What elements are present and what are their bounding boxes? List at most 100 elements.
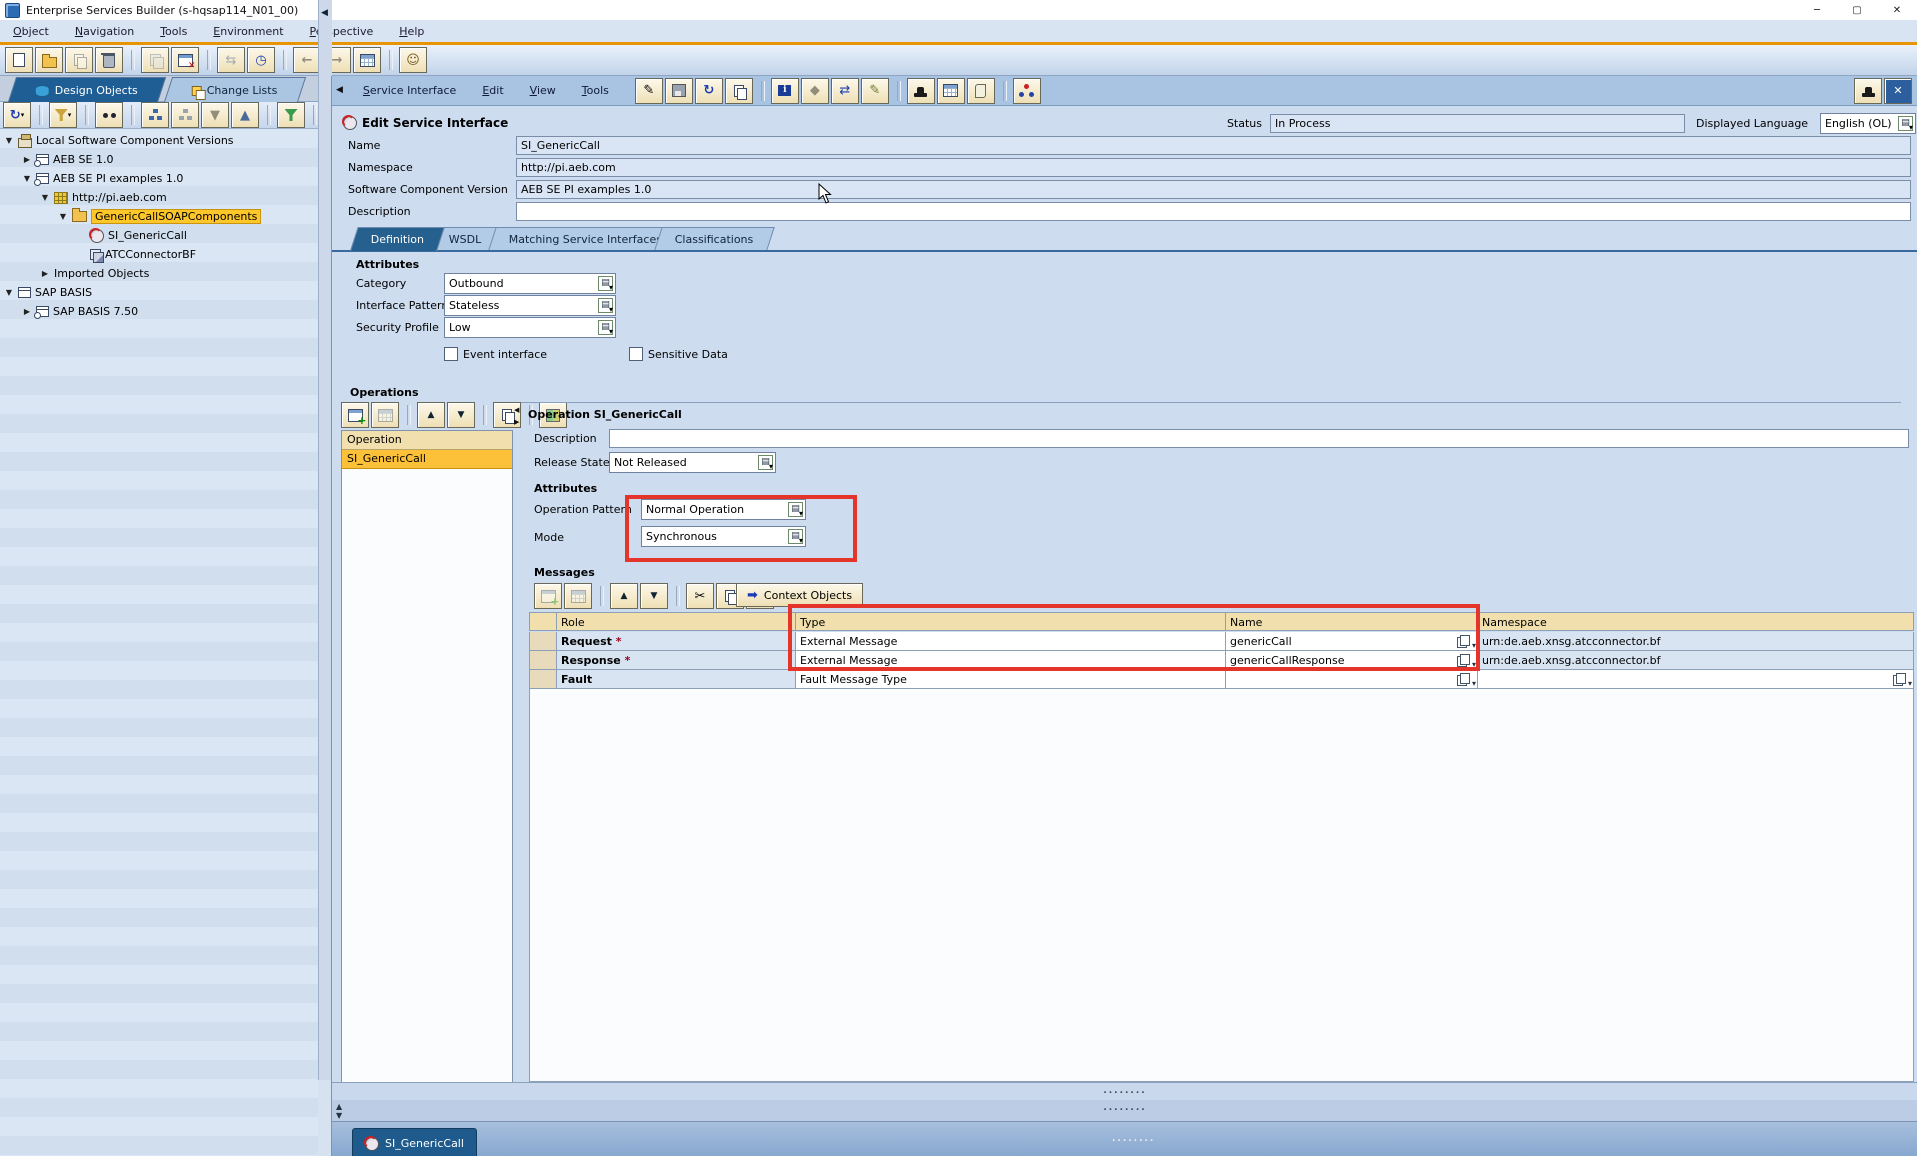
- type-cell[interactable]: Fault Message Type: [796, 670, 1226, 689]
- delete-operation-button[interactable]: [371, 402, 399, 428]
- dropdown-arrow-icon[interactable]: ▾: [1908, 674, 1912, 689]
- close-display-button[interactable]: [171, 47, 199, 73]
- save-button[interactable]: [665, 78, 693, 104]
- menu-perspective[interactable]: Perspective: [297, 25, 387, 38]
- cut-button[interactable]: ✂: [686, 583, 714, 609]
- delete-message-button[interactable]: [564, 583, 592, 609]
- collapse-all-button[interactable]: ▼: [201, 102, 229, 128]
- move-message-up-button[interactable]: ▲: [610, 583, 638, 609]
- detail-view-button[interactable]: [353, 47, 381, 73]
- tree-item-si-genericcall[interactable]: SI_GenericCall: [90, 226, 187, 245]
- name-cell[interactable]: ▾: [1226, 670, 1478, 689]
- add-message-button[interactable]: [534, 583, 562, 609]
- event-interface-checkbox[interactable]: [444, 347, 458, 361]
- expander-open-icon[interactable]: ▼: [4, 136, 14, 145]
- copy-button[interactable]: [725, 78, 753, 104]
- menu-view[interactable]: View: [530, 84, 556, 97]
- category-select[interactable]: Outbound▤: [444, 273, 616, 294]
- expander-open-icon[interactable]: ▼: [4, 288, 14, 297]
- menu-environment[interactable]: Environment: [200, 25, 296, 38]
- check-button[interactable]: ✎: [861, 78, 889, 104]
- splitter-grip-dots[interactable]: ........: [1103, 1103, 1146, 1113]
- menu-tools[interactable]: Tools: [147, 25, 200, 38]
- row-selector[interactable]: [529, 632, 557, 651]
- minimize-button[interactable]: ─: [1797, 0, 1837, 20]
- operation-row-selected[interactable]: SI_GenericCall: [342, 450, 512, 469]
- log-button[interactable]: [967, 78, 995, 104]
- dropdown-icon[interactable]: ▤: [758, 455, 773, 470]
- menu-edit[interactable]: Edit: [482, 84, 503, 97]
- expander-closed-icon[interactable]: ▶: [40, 269, 50, 278]
- tab-change-lists[interactable]: Change Lists: [164, 77, 306, 102]
- move-up-hierarchy-button[interactable]: [171, 102, 199, 128]
- scroll-down-icon[interactable]: ▼: [336, 1111, 342, 1120]
- tree-item-local-swcv[interactable]: ▼ Local Software Component Versions: [4, 131, 234, 150]
- expander-open-icon[interactable]: ▼: [58, 212, 68, 221]
- tree-item-sap-basis-750[interactable]: ▶ SAP BASIS 7.50: [22, 302, 138, 321]
- services-for-object-button[interactable]: [1854, 78, 1882, 104]
- collapse-operations-icon[interactable]: ◀: [514, 407, 519, 414]
- expander-open-icon[interactable]: ▼: [22, 174, 32, 183]
- splitter-grip-dots[interactable]: ........: [1112, 1134, 1155, 1144]
- menu-editor-tools[interactable]: Tools: [582, 84, 609, 97]
- filter-button[interactable]: ▾: [49, 102, 77, 128]
- new-object-button[interactable]: [5, 47, 33, 73]
- panel-splitter[interactable]: ◀: [318, 0, 332, 1080]
- tree-item-sap-basis[interactable]: ▼ SAP BASIS: [4, 283, 92, 302]
- row-selector[interactable]: [529, 651, 557, 670]
- expand-operations-icon[interactable]: ▶: [514, 419, 519, 426]
- menu-navigation[interactable]: Navigation: [62, 25, 147, 38]
- expander-closed-icon[interactable]: ▶: [22, 307, 32, 316]
- workflow-button[interactable]: ⇆: [217, 47, 245, 73]
- user-roles-button[interactable]: ☺: [399, 47, 427, 73]
- where-used-button[interactable]: [907, 78, 935, 104]
- mass-actions-button[interactable]: [141, 47, 169, 73]
- dependencies-button[interactable]: [1013, 78, 1041, 104]
- collapse-panel-icon[interactable]: ◀: [321, 8, 328, 18]
- open-object-button[interactable]: [35, 47, 63, 73]
- scroll-up-icon[interactable]: ▲: [336, 1102, 342, 1111]
- sensitive-data-checkbox[interactable]: [629, 347, 643, 361]
- expand-all-button[interactable]: ▲: [231, 102, 259, 128]
- tree-item-aeb-se-pi[interactable]: ▼ AEB SE PI examples 1.0: [22, 169, 183, 188]
- interface-pattern-select[interactable]: Stateless▤: [444, 295, 616, 316]
- toggle-display-edit-button[interactable]: ✎: [635, 78, 663, 104]
- find-button[interactable]: [95, 102, 123, 128]
- menu-help[interactable]: Help: [386, 25, 437, 38]
- delete-object-button[interactable]: [95, 47, 123, 73]
- expander-closed-icon[interactable]: ▶: [22, 155, 32, 164]
- object-info-button[interactable]: i: [771, 78, 799, 104]
- bottom-tab-si-genericcall[interactable]: SI_GenericCall: [352, 1128, 477, 1156]
- move-message-down-button[interactable]: ▼: [640, 583, 668, 609]
- dropdown-arrow-icon[interactable]: ▾: [1472, 674, 1476, 689]
- tab-matching-service-interfaces[interactable]: Matching Service Interfaces: [488, 227, 683, 251]
- collapse-editor-icon[interactable]: ◀: [336, 86, 343, 95]
- horizontal-splitter[interactable]: ▲ ▼ ........: [332, 1100, 1917, 1121]
- tab-design-objects[interactable]: Design Objects: [8, 77, 166, 102]
- move-operation-down-button[interactable]: ▼: [447, 402, 475, 428]
- tab-classifications[interactable]: Classifications: [654, 227, 774, 251]
- tree-item-atcconnectorbf[interactable]: ATCConnectorBF: [90, 245, 196, 264]
- expander-open-icon[interactable]: ▼: [40, 193, 50, 202]
- close-button[interactable]: ✕: [1877, 0, 1917, 20]
- table-view-button[interactable]: [937, 78, 965, 104]
- description-field[interactable]: [516, 202, 1911, 221]
- maximize-button[interactable]: ▢: [1837, 0, 1877, 20]
- security-profile-select[interactable]: Low▤: [444, 317, 616, 338]
- refresh-tree-button[interactable]: ↻▾: [3, 102, 31, 128]
- dropdown-icon[interactable]: ▤: [598, 298, 613, 313]
- namespace-column-header[interactable]: Namespace: [1478, 612, 1914, 631]
- tab-definition[interactable]: Definition: [350, 227, 445, 251]
- row-selector[interactable]: [529, 670, 557, 689]
- refresh-button[interactable]: ↻: [695, 78, 723, 104]
- copy-value-icon[interactable]: [1893, 675, 1903, 686]
- close-editor-button[interactable]: ✕: [1884, 78, 1912, 104]
- horizontal-scrollbar[interactable]: ........: [332, 1082, 1917, 1101]
- display-filter-button[interactable]: [277, 102, 305, 128]
- role-column-header[interactable]: Role: [557, 612, 796, 631]
- tree-item-aeb-se[interactable]: ▶ AEB SE 1.0: [22, 150, 113, 169]
- operation-description-field[interactable]: [609, 429, 1909, 448]
- history-button[interactable]: ◷: [247, 47, 275, 73]
- add-operation-button[interactable]: [341, 402, 369, 428]
- displayed-language-select[interactable]: English (OL) ▤: [1820, 113, 1916, 134]
